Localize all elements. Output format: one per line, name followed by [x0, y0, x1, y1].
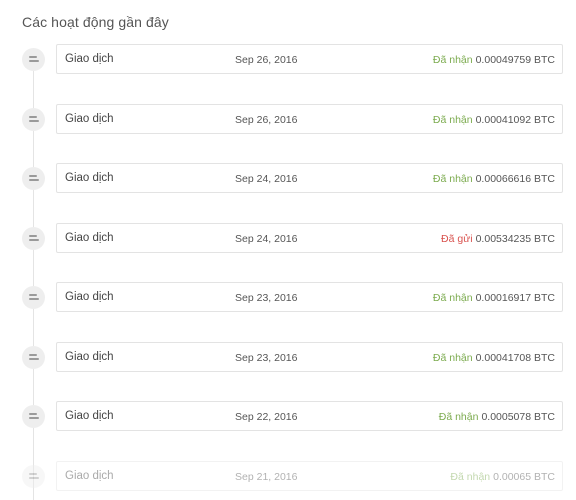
activity-status: Đã nhận [450, 471, 491, 483]
activity-date: Sep 22, 2016 [235, 411, 298, 423]
activity-row[interactable]: Giao dịch Sep 23, 2016 Đã nhận 0.00041708… [0, 342, 576, 374]
activity-amount: Đã nhận 0.00016917 BTC [433, 292, 555, 304]
activity-amount: Đã nhận 0.00065 BTC [450, 471, 555, 483]
activity-status: Đã nhận [432, 292, 473, 304]
activity-row[interactable]: Giao dịch Sep 24, 2016 Đã nhận 0.00066616… [0, 163, 576, 195]
transaction-icon [22, 227, 45, 250]
activity-label: Giao dịch [65, 172, 114, 184]
transaction-icon [22, 167, 45, 190]
activity-status: Đã nhận [438, 411, 479, 423]
transaction-icon [22, 108, 45, 131]
activity-date: Sep 23, 2016 [235, 292, 298, 304]
activity-value: 0.0005078 BTC [481, 411, 555, 423]
activity-status: Đã gửi [441, 233, 473, 245]
activity-row[interactable]: Giao dịch Sep 23, 2016 Đã nhận 0.00016917… [0, 282, 576, 314]
activity-status: Đã nhận [432, 54, 473, 66]
transaction-icon [22, 405, 45, 428]
activity-label: Giao dịch [65, 291, 114, 303]
activity-label: Giao dịch [65, 351, 114, 363]
activity-amount: Đã gửi 0.00534235 BTC [441, 233, 555, 245]
transaction-icon [22, 346, 45, 369]
activity-date: Sep 24, 2016 [235, 233, 298, 245]
activity-row[interactable]: Giao dịch Sep 26, 2016 Đã nhận 0.00041092… [0, 104, 576, 136]
activity-date: Sep 26, 2016 [235, 114, 298, 126]
activity-date: Sep 24, 2016 [235, 173, 298, 185]
activity-row[interactable]: Giao dịch Sep 21, 2016 Đã nhận 0.00065 BT… [0, 461, 576, 493]
activity-card[interactable]: Giao dịch Sep 26, 2016 Đã nhận 0.00041092… [56, 104, 563, 134]
activity-amount: Đã nhận 0.00049759 BTC [433, 54, 555, 66]
activity-card[interactable]: Giao dịch Sep 23, 2016 Đã nhận 0.00016917… [56, 282, 563, 312]
activity-card[interactable]: Giao dịch Sep 24, 2016 Đã gửi 0.00534235 … [56, 223, 563, 253]
activity-date: Sep 21, 2016 [235, 471, 298, 483]
transaction-icon [22, 48, 45, 71]
activity-row[interactable]: Giao dịch Sep 24, 2016 Đã gửi 0.00534235 … [0, 223, 576, 255]
activity-date: Sep 26, 2016 [235, 54, 298, 66]
activity-value: 0.00041708 BTC [475, 352, 555, 364]
activity-label: Giao dịch [65, 113, 114, 125]
transaction-icon [22, 465, 45, 488]
recent-activities-title: Các hoạt động gần đây [22, 14, 169, 30]
activity-status: Đã nhận [432, 173, 473, 185]
activity-card[interactable]: Giao dịch Sep 22, 2016 Đã nhận 0.0005078 … [56, 401, 563, 431]
activity-row[interactable]: Giao dịch Sep 26, 2016 Đã nhận 0.00049759… [0, 44, 576, 76]
activity-amount: Đã nhận 0.0005078 BTC [439, 411, 555, 423]
transaction-icon [22, 286, 45, 309]
activity-amount: Đã nhận 0.00066616 BTC [433, 173, 555, 185]
activity-amount: Đã nhận 0.00041092 BTC [433, 114, 555, 126]
activity-label: Giao dịch [65, 53, 114, 65]
activity-row[interactable]: Giao dịch Sep 22, 2016 Đã nhận 0.0005078 … [0, 401, 576, 433]
activity-value: 0.00016917 BTC [475, 292, 555, 304]
activity-status: Đã nhận [432, 114, 473, 126]
activity-amount: Đã nhận 0.00041708 BTC [433, 352, 555, 364]
activity-card[interactable]: Giao dịch Sep 21, 2016 Đã nhận 0.00065 BT… [56, 461, 563, 491]
activity-label: Giao dịch [65, 470, 114, 482]
activity-label: Giao dịch [65, 232, 114, 244]
activity-value: 0.00534235 BTC [475, 233, 555, 245]
activity-label: Giao dịch [65, 410, 114, 422]
activity-date: Sep 23, 2016 [235, 352, 298, 364]
activity-value: 0.00041092 BTC [475, 114, 555, 126]
activity-card[interactable]: Giao dịch Sep 26, 2016 Đã nhận 0.00049759… [56, 44, 563, 74]
activity-value: 0.00066616 BTC [475, 173, 555, 185]
activity-status: Đã nhận [432, 352, 473, 364]
activity-value: 0.00049759 BTC [475, 54, 555, 66]
activity-value: 0.00065 BTC [493, 471, 555, 483]
activity-card[interactable]: Giao dịch Sep 24, 2016 Đã nhận 0.00066616… [56, 163, 563, 193]
activity-card[interactable]: Giao dịch Sep 23, 2016 Đã nhận 0.00041708… [56, 342, 563, 372]
